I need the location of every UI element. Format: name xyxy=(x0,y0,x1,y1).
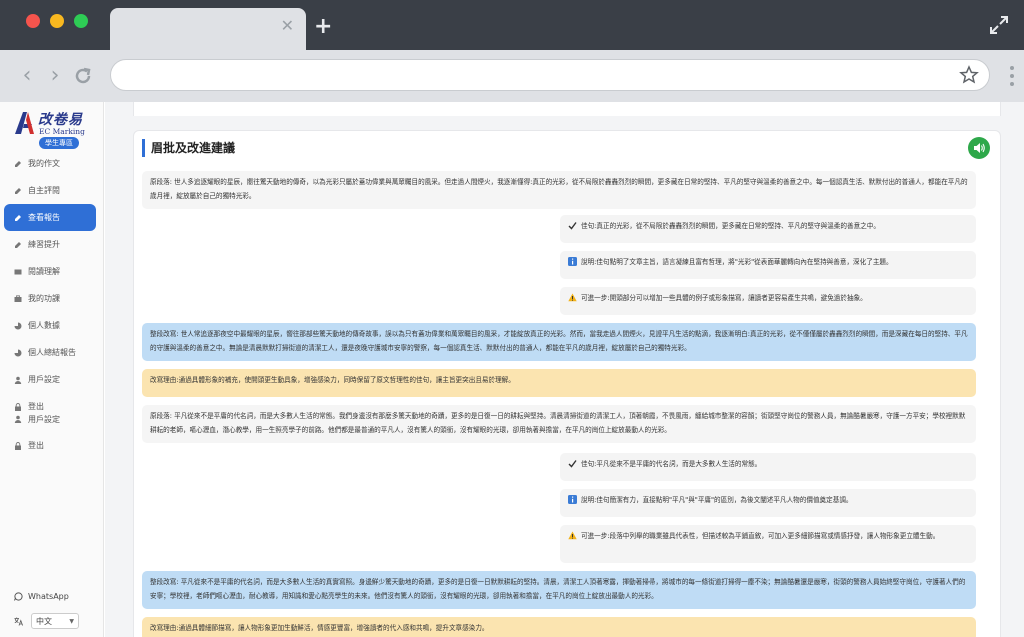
sidebar-item-my-essays[interactable]: 我的作文 xyxy=(0,150,104,177)
user-icon xyxy=(14,376,22,384)
sidebar-item-summary-report[interactable]: 個人總結報告 xyxy=(0,339,104,366)
explanation: 說明:佳句簡潔有力，直接點明"平凡"與"平庸"的區別，為後文闡述平凡人物的價值奠… xyxy=(560,489,976,517)
forward-icon[interactable]: › xyxy=(44,64,66,88)
bookmark-star-icon[interactable] xyxy=(959,65,979,85)
explanation-text: 說明:佳句簡潔有力，直接點明"平凡"與"平庸"的區別，為後文闡述平凡人物的價值奠… xyxy=(581,496,853,504)
sidebar-item-homework[interactable]: 我的功課 xyxy=(0,285,104,312)
good-sentence: 佳句:真正的光彩，從不局限於轟轟烈烈的瞬間，更多藏在日常的堅持、平凡的堅守與溫柔… xyxy=(560,215,976,243)
check-icon xyxy=(568,222,577,230)
info-icon xyxy=(568,495,577,504)
sidebar-item-label: 練習提升 xyxy=(28,240,60,249)
minimize-window-button[interactable] xyxy=(50,14,64,28)
sidebar-nav: 我的作文 自主評閱 查看報告 練習提升 閱讀理解 我的功課 個人數據 個人總結報… xyxy=(0,150,104,459)
browser-titlebar: ✕ + xyxy=(0,0,1024,50)
sidebar-item-practice[interactable]: 練習提升 xyxy=(0,231,104,258)
sidebar-item-label: 自主評閱 xyxy=(28,186,60,195)
revision-reason: 改寫理由:通過具體形象的補充，使開頭更生動具象，增強感染力，同時保留了原文哲理性… xyxy=(142,369,976,397)
logo[interactable]: 改卷易 EC Marking 學生專區 xyxy=(14,108,94,149)
warning-icon xyxy=(568,293,577,302)
language-row: 中文 ▼ xyxy=(14,613,79,629)
good-sentence-text: 佳句:真正的光彩，從不局限於轟轟烈烈的瞬間，更多藏在日常的堅持、平凡的堅守與溫柔… xyxy=(581,222,880,230)
original-paragraph: 原段落: 世人多追逐耀眼的星辰，嚮往驚天動地的傳奇，以為光彩只屬於蓋功偉業與萬眾… xyxy=(142,171,976,209)
sidebar-item-label: 閱讀理解 xyxy=(28,267,60,276)
chevron-down-icon: ▼ xyxy=(69,617,74,625)
whatsapp-label: WhatsApp xyxy=(28,592,69,601)
sidebar-item-label: 我的功課 xyxy=(28,294,60,303)
close-window-button[interactable] xyxy=(26,14,40,28)
sidebar-item-label: 登出 xyxy=(28,402,44,411)
fullscreen-icon[interactable] xyxy=(988,14,1010,36)
sidebar-item-user-settings-2[interactable]: 用戶設定 xyxy=(0,412,104,426)
whatsapp-link[interactable]: WhatsApp xyxy=(14,592,69,601)
improvement-tip-text: 可進一步:段落中列舉的職業雖具代表性，但描述較為平鋪直敘，可加入更多細節描寫或情… xyxy=(581,532,940,540)
edit-icon xyxy=(15,241,21,248)
maximize-window-button[interactable] xyxy=(74,14,88,28)
speaker-icon xyxy=(974,143,985,153)
back-icon[interactable]: ‹ xyxy=(16,64,38,88)
check-icon xyxy=(568,460,577,468)
section-title: 眉批及改進建議 xyxy=(142,139,235,157)
sidebar-item-label: 登出 xyxy=(28,441,44,450)
logo-chinese: 改卷易 xyxy=(38,112,83,128)
lock-icon xyxy=(15,402,21,411)
logo-english: EC Marking xyxy=(39,127,85,136)
language-value: 中文 xyxy=(36,616,52,626)
sidebar-item-user-settings[interactable]: 用戶設定 xyxy=(0,366,104,393)
sidebar-item-label: 用戶設定 xyxy=(28,414,60,424)
sidebar-item-label: 個人數據 xyxy=(28,321,60,330)
edit-icon xyxy=(15,187,21,194)
improvement-tip: 可進一步:開頭部分可以增加一些具體的例子或形象描寫，讓讀者更容易產生共鳴，避免過… xyxy=(560,287,976,315)
explanation: 說明:佳句點明了文章主旨，語言凝練且富有哲理，將"光彩"從表面華麗轉向內在堅持與… xyxy=(560,251,976,279)
speaker-button[interactable] xyxy=(968,137,990,159)
explanation-text: 說明:佳句點明了文章主旨，語言凝練且富有哲理，將"光彩"從表面華麗轉向內在堅持與… xyxy=(581,258,893,266)
main-content[interactable]: 眉批及改進建議 原段落: 世人多追逐耀眼的星辰，嚮往驚天動地的傳奇，以為光彩只屬… xyxy=(105,102,1024,637)
logo-mark-icon xyxy=(15,112,34,134)
sidebar-item-self-review[interactable]: 自主評閱 xyxy=(0,177,104,204)
chart-icon xyxy=(14,322,22,329)
student-zone-badge: 學生專區 xyxy=(39,137,79,149)
chart-icon xyxy=(14,349,22,356)
sidebar-item-label: 查看報告 xyxy=(28,213,60,222)
comments-card: 眉批及改進建議 原段落: 世人多追逐耀眼的星辰，嚮往驚天動地的傳奇，以為光彩只屬… xyxy=(133,130,1001,637)
sidebar-item-view-report[interactable]: 查看報告 xyxy=(4,204,96,231)
browser-menu-icon[interactable] xyxy=(1010,66,1014,86)
improvement-tip: 可進一步:段落中列舉的職業雖具代表性，但描述較為平鋪直敘，可加入更多細節描寫或情… xyxy=(560,525,976,563)
browser-toolbar: ‹ › xyxy=(0,50,1024,102)
revised-paragraph: 整段改寫: 平凡從來不是平庸的代名詞，而是大多數人生活的真實寫照。身邊鮮少驚天動… xyxy=(142,571,976,609)
revised-paragraph: 整段改寫: 世人常追逐那夜空中最耀眼的星辰，嚮往那部些驚天動地的傳奇故事，誤以為… xyxy=(142,323,976,361)
translate-icon xyxy=(14,617,23,626)
book-icon xyxy=(14,269,22,274)
warning-icon xyxy=(568,531,577,540)
address-bar[interactable] xyxy=(110,59,990,91)
tab-close-icon[interactable]: ✕ xyxy=(281,16,294,35)
user-icon xyxy=(14,415,22,423)
info-icon xyxy=(568,257,577,266)
sidebar-item-reading[interactable]: 閱讀理解 xyxy=(0,258,104,285)
whatsapp-icon xyxy=(14,592,23,601)
sidebar-item-label: 用戶設定 xyxy=(28,375,60,384)
sidebar: 改卷易 EC Marking 學生專區 我的作文 自主評閱 查看報告 練習提升 … xyxy=(0,102,104,637)
good-sentence-text: 佳句:平凡從來不是平庸的代名詞，而是大多數人生活的常態。 xyxy=(581,460,762,468)
sidebar-item-logout-2[interactable]: 登出 xyxy=(0,432,104,459)
reload-icon[interactable] xyxy=(72,64,94,88)
revision-reason: 改寫理由:通過具體細節描寫，讓人物形象更加生動鮮活，情感更豐富，增強讀者的代入感… xyxy=(142,617,976,637)
edit-icon xyxy=(15,160,21,167)
sidebar-item-personal-data[interactable]: 個人數據 xyxy=(0,312,104,339)
browser-tab[interactable]: ✕ xyxy=(110,8,306,50)
original-paragraph: 原段落: 平凡從來不是平庸的代名詞，而是大多數人生活的常態。我們身邊沒有那麼多驚… xyxy=(142,405,976,443)
briefcase-icon xyxy=(14,294,22,302)
language-select[interactable]: 中文 ▼ xyxy=(31,613,79,629)
edit-icon xyxy=(15,214,21,221)
sidebar-item-label: 個人總結報告 xyxy=(28,348,76,357)
previous-card-edge xyxy=(133,102,1001,116)
good-sentence: 佳句:平凡從來不是平庸的代名詞，而是大多數人生活的常態。 xyxy=(560,453,976,481)
sidebar-item-label: 我的作文 xyxy=(28,159,60,168)
new-tab-icon[interactable]: + xyxy=(314,16,332,38)
lock-icon xyxy=(15,441,21,450)
improvement-tip-text: 可進一步:開頭部分可以增加一些具體的例子或形象描寫，讓讀者更容易產生共鳴，避免過… xyxy=(581,294,867,302)
